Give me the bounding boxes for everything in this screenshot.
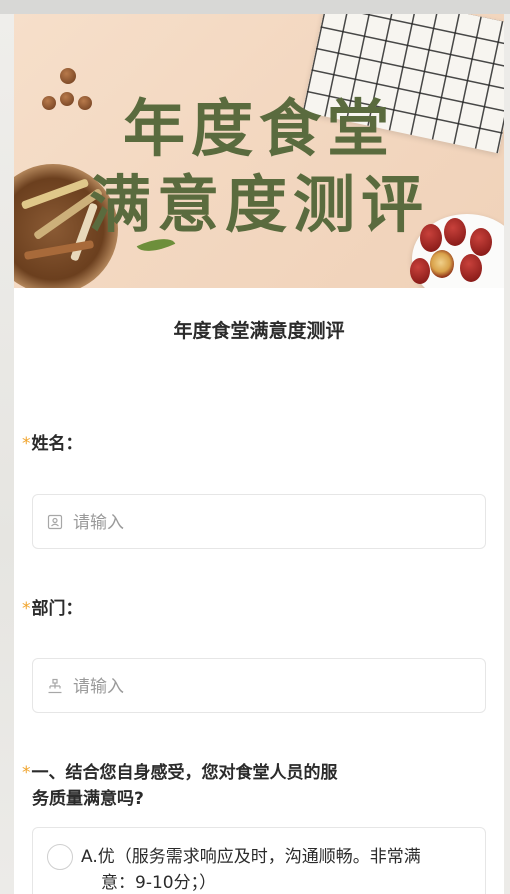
required-mark: *	[22, 434, 31, 454]
department-input[interactable]	[71, 671, 475, 703]
option-a[interactable]: A.优（服务需求响应及时，沟通顺畅。非常满 意：9-10分；）	[32, 827, 486, 894]
option-a-radio[interactable]	[47, 844, 73, 870]
date-image	[410, 258, 430, 284]
department-label: *部门：	[22, 596, 83, 622]
name-field[interactable]	[32, 494, 486, 549]
date-image	[460, 254, 482, 282]
option-a-line1: A.优（服务需求响应及时，沟通顺畅。非常满	[81, 847, 421, 867]
backdrop-right	[504, 14, 510, 894]
backdrop-left	[0, 14, 14, 894]
banner-title-line2: 满意度测评	[88, 168, 429, 241]
department-label-text: 部门：	[31, 599, 83, 619]
option-a-text: A.优（服务需求响应及时，沟通顺畅。非常满 意：9-10分；）	[81, 844, 461, 894]
header-banner: 年度食堂 满意度测评	[14, 14, 504, 288]
date-image	[430, 250, 454, 278]
org-chart-icon	[48, 678, 62, 694]
user-card-icon	[47, 514, 63, 530]
question1-label: *一、结合您自身感受，您对食堂人员的服 务质量满意吗?	[22, 760, 338, 812]
survey-card: 年度食堂 满意度测评 年度食堂满意度测评 *姓名： *部门： *一、结合您自身感…	[14, 14, 504, 894]
backdrop-top	[0, 0, 510, 14]
required-mark: *	[22, 599, 31, 619]
name-label: *姓名：	[22, 431, 83, 457]
name-input[interactable]	[71, 507, 475, 539]
required-mark: *	[22, 763, 31, 783]
question1-line2: 务质量满意吗?	[32, 789, 144, 809]
form-title: 年度食堂满意度测评	[173, 320, 345, 342]
department-field[interactable]	[32, 658, 486, 713]
name-label-text: 姓名：	[31, 434, 83, 454]
option-a-line2: 意：9-10分；）	[101, 873, 217, 893]
question1-line1: 一、结合您自身感受，您对食堂人员的服	[31, 763, 338, 783]
